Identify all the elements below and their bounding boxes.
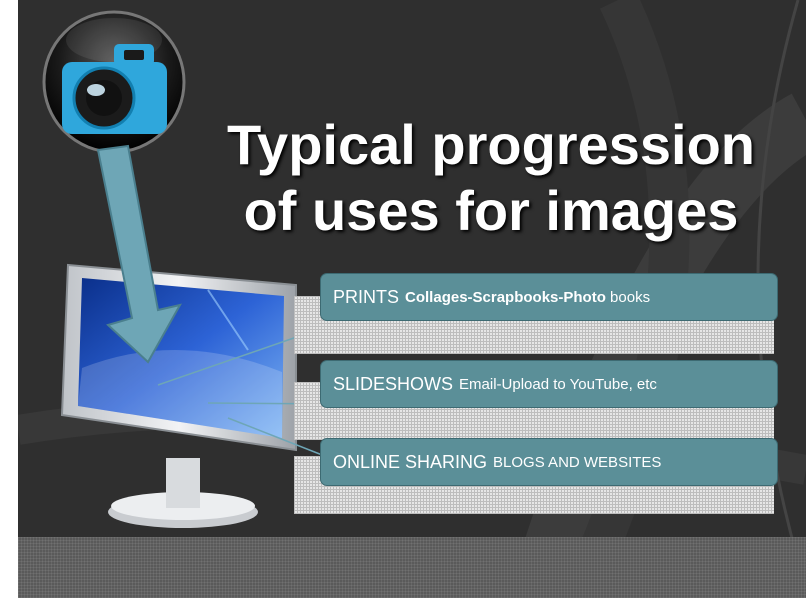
item-detail: Collages-Scrapbooks-Photo books — [405, 288, 651, 306]
item-lead: ONLINE SHARING — [333, 451, 488, 472]
title-line-2: of uses for images — [243, 179, 739, 242]
slide: Typical progression of uses for images P… — [18, 0, 806, 598]
title-line-1: Typical progression — [227, 113, 755, 176]
item-detail: BLOGS AND WEBSITES — [493, 453, 662, 471]
list-item-slideshows: SLIDESHOWS Email-Upload to YouTube, etc — [320, 360, 778, 408]
item-lead: SLIDESHOWS — [333, 373, 454, 394]
list-item-prints: PRINTS Collages-Scrapbooks-Photo books — [320, 273, 778, 321]
item-detail: Email-Upload to YouTube, etc — [459, 375, 657, 393]
page-title: Typical progression of uses for images — [196, 112, 786, 244]
item-lead: PRINTS — [333, 286, 400, 307]
list-item-online-sharing: ONLINE SHARING BLOGS AND WEBSITES — [320, 438, 778, 486]
